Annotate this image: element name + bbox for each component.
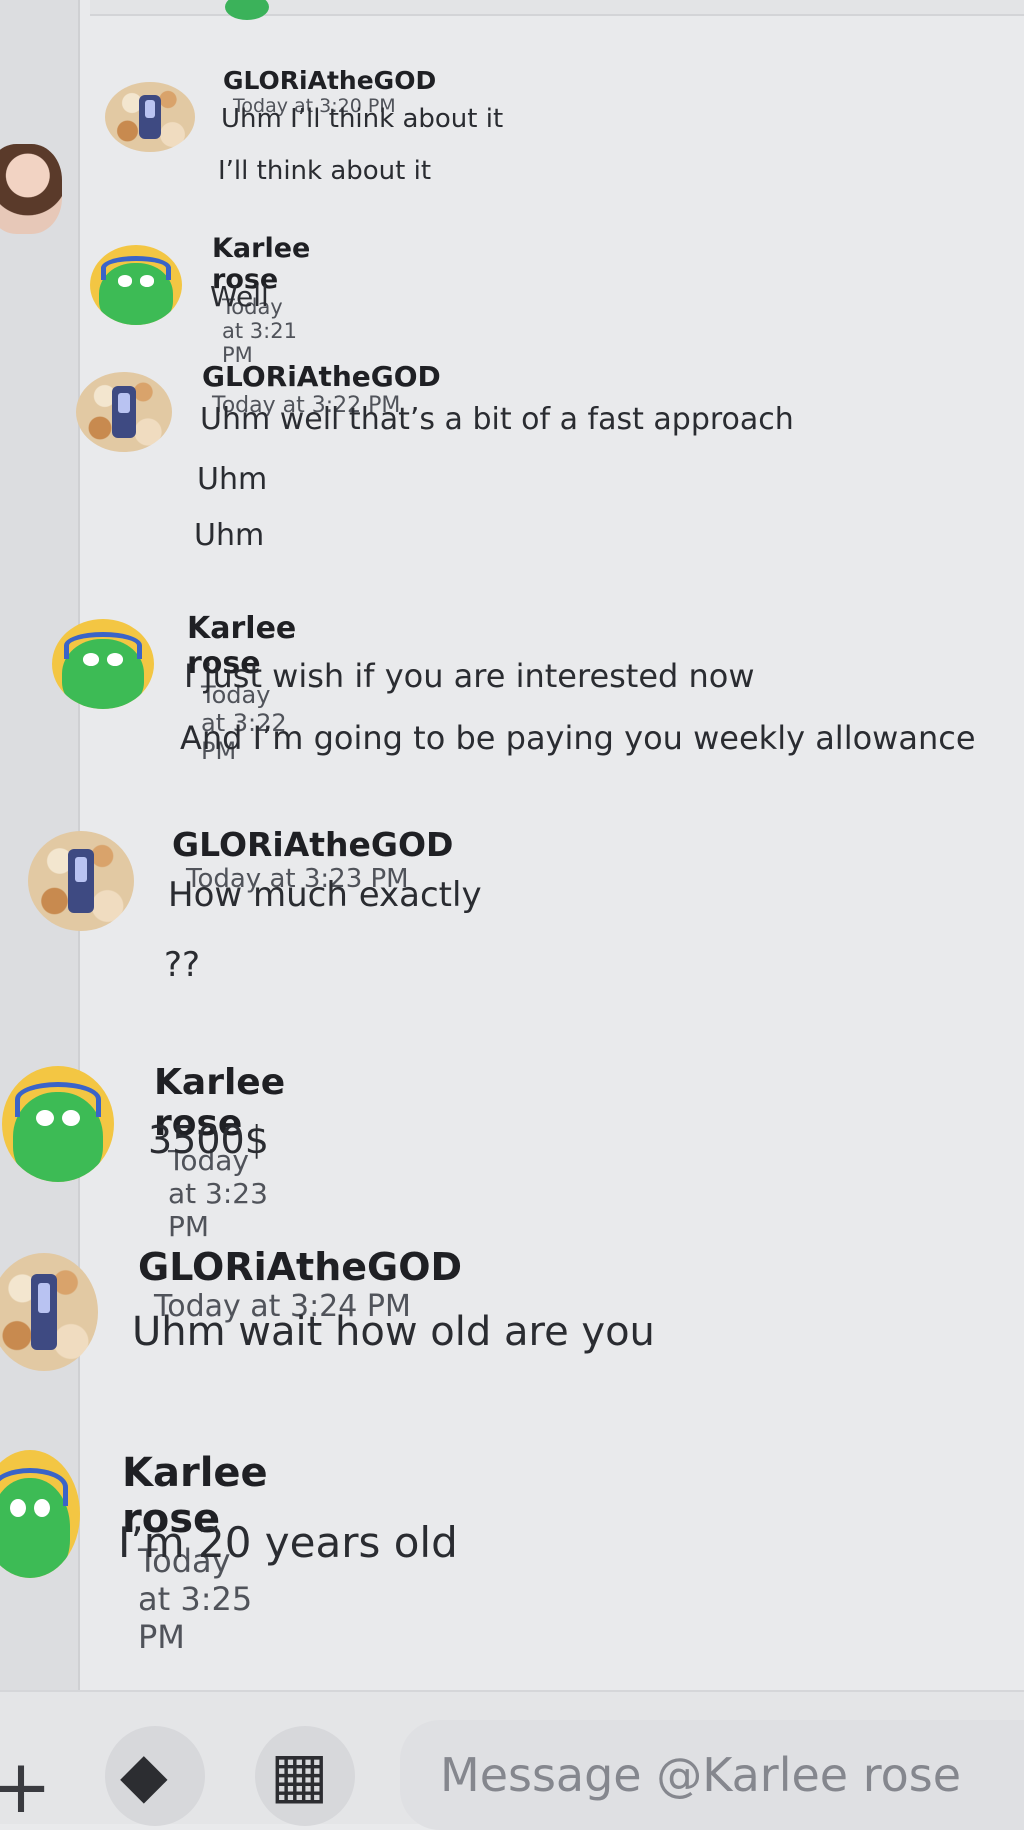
message-text: And I’m going to be paying you weekly al… bbox=[180, 719, 976, 757]
user-avatar[interactable] bbox=[0, 144, 62, 234]
message-text: I’m 20 years old bbox=[118, 1518, 458, 1567]
message-text: Uhm bbox=[197, 462, 268, 497]
message-author[interactable]: GLORiAtheGOD bbox=[223, 66, 436, 95]
message-text: 3500$ bbox=[148, 1118, 269, 1162]
author-avatar[interactable] bbox=[0, 1253, 98, 1371]
plus-icon[interactable]: + bbox=[0, 1750, 52, 1824]
message-text: Uhm well that’s a bit of a fast approach bbox=[200, 402, 794, 437]
gift-icon[interactable]: ▦ bbox=[270, 1744, 329, 1806]
author-avatar[interactable] bbox=[76, 372, 172, 452]
partial-avatar-icon bbox=[225, 0, 269, 20]
message-text: ?? bbox=[164, 945, 201, 985]
apps-icon[interactable]: ◆ bbox=[120, 1744, 168, 1806]
message-text: Uhm bbox=[194, 518, 265, 553]
author-avatar[interactable] bbox=[28, 831, 134, 931]
message-input[interactable] bbox=[400, 1720, 1024, 1830]
message-author[interactable]: GLORiAtheGOD bbox=[138, 1245, 462, 1289]
author-avatar[interactable] bbox=[52, 619, 154, 709]
previous-message-edge bbox=[90, 0, 1024, 20]
message-text: Uhm wait how old are you bbox=[132, 1309, 655, 1355]
author-avatar[interactable] bbox=[90, 245, 182, 325]
message-text: Well bbox=[210, 280, 269, 313]
message-text: I just wish if you are interested now bbox=[184, 657, 755, 695]
message-author[interactable]: GLORiAtheGOD bbox=[172, 825, 453, 864]
message-composer: + ◆ ▦ bbox=[0, 1690, 1024, 1830]
message-text: Uhm I’ll think about it bbox=[221, 104, 504, 134]
message-text: How much exactly bbox=[168, 875, 482, 915]
author-avatar[interactable] bbox=[2, 1066, 114, 1182]
message-text: I’ll think about it bbox=[218, 156, 432, 186]
author-avatar[interactable] bbox=[105, 82, 195, 152]
message-author[interactable]: GLORiAtheGOD bbox=[202, 360, 441, 393]
